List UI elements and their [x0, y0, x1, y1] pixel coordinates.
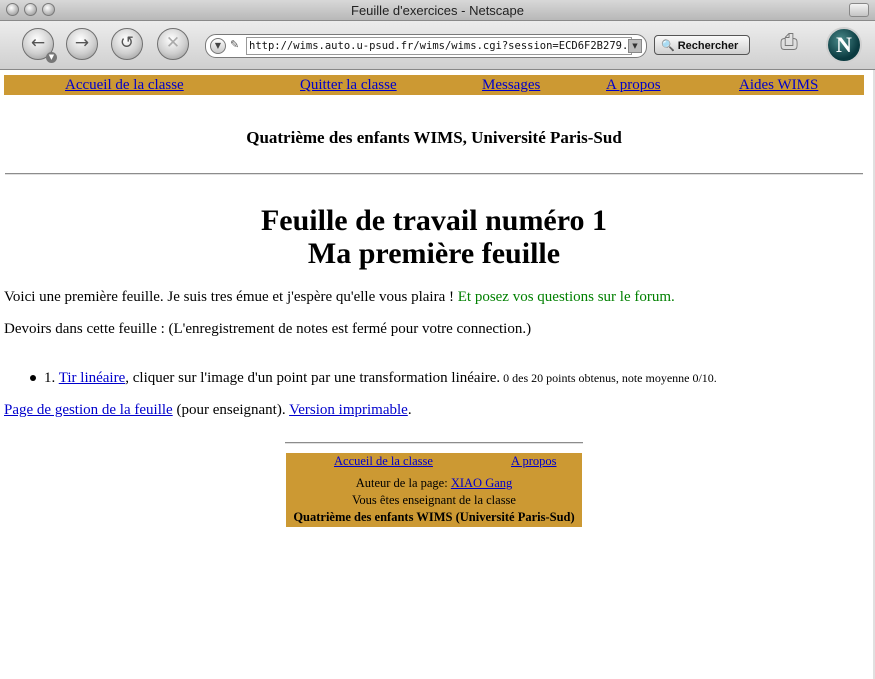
sheet-title: Feuille de travail numéro 1 Ma première …	[0, 204, 868, 270]
header-divider	[5, 173, 863, 175]
footer-about-link[interactable]: A propos	[511, 454, 557, 469]
stop-button[interactable]: ✕	[157, 28, 189, 60]
sheet-title-line2: Ma première feuille	[307, 237, 561, 270]
sheet-title-line1: Feuille de travail numéro 1	[260, 204, 608, 237]
menu-help-link[interactable]: Aides WIMS	[739, 75, 818, 95]
menu-home-link[interactable]: Accueil de la classe	[65, 75, 184, 95]
reload-button[interactable]: ↺	[111, 28, 143, 60]
list-bullet	[30, 375, 36, 381]
exercise-link[interactable]: Tir linéaire	[59, 370, 126, 386]
printable-link[interactable]: Version imprimable	[289, 402, 408, 418]
management-paragraph: Page de gestion de la feuille (pour ense…	[4, 402, 412, 419]
exercise-number: 1.	[44, 370, 56, 386]
url-input[interactable]	[246, 37, 632, 55]
reload-icon: ↺	[119, 33, 135, 53]
menu-messages-link[interactable]: Messages	[482, 75, 540, 95]
window-title-bar: Feuille d'exercices - Netscape	[0, 0, 875, 21]
exercise-list-item: 1. Tir linéaire, cliquer sur l'image d'u…	[44, 370, 717, 387]
forum-note: Et posez vos questions sur le forum.	[457, 289, 675, 305]
chevron-down-icon[interactable]: ▼	[210, 38, 226, 54]
search-button-label: Rechercher	[677, 40, 739, 52]
class-title: Quatrième des enfants WIMS, Université P…	[246, 128, 622, 147]
footer-author-line: Auteur de la page: XIAO Gang	[286, 476, 582, 491]
search-button[interactable]: 🔍 Rechercher	[654, 35, 750, 55]
homework-paragraph: Devoirs dans cette feuille : (L'enregist…	[4, 321, 532, 337]
forward-arrow-icon: →	[74, 33, 90, 53]
browser-toolbar: ← ▼ → ↺ ✕ ▼ ✎ ▼ 🔍Rechercher ⎙ N	[0, 21, 875, 70]
intro-paragraph: Voici une première feuille. Je suis tres…	[4, 289, 675, 306]
footer-author-link[interactable]: XIAO Gang	[451, 476, 512, 490]
exercise-score: 0 des 20 points obtenus, note moyenne 0/…	[500, 371, 717, 385]
intro-text: Voici une première feuille. Je suis tres…	[4, 289, 458, 305]
class-menu-bar: Accueil de la classe Quitter la classe M…	[4, 75, 864, 95]
page-content: Accueil de la classe Quitter la classe M…	[0, 70, 875, 679]
menu-about-link[interactable]: A propos	[606, 75, 661, 95]
url-dropdown-icon[interactable]: ▼	[628, 39, 642, 53]
exercise-description: , cliquer sur l'image d'un point par une…	[125, 370, 501, 386]
footer-box: Accueil de la classe A propos Auteur de …	[286, 453, 582, 527]
footer-divider	[285, 442, 583, 444]
toolbar-toggle-button[interactable]	[849, 3, 869, 17]
history-dropdown-icon[interactable]: ▼	[46, 52, 57, 63]
window-title: Feuille d'exercices - Netscape	[351, 3, 524, 18]
footer-links: Accueil de la classe A propos	[286, 454, 582, 470]
forward-button[interactable]: →	[66, 28, 98, 60]
menu-quit-link[interactable]: Quitter la classe	[300, 75, 397, 95]
printable-end: .	[407, 402, 412, 418]
footer-author-label: Auteur de la page:	[355, 476, 451, 490]
back-arrow-icon: ←	[30, 33, 46, 53]
footer-home-link[interactable]: Accueil de la classe	[334, 454, 433, 469]
print-icon[interactable]: ⎙	[774, 28, 804, 58]
netscape-logo[interactable]: N	[826, 27, 862, 63]
netscape-logo-letter: N	[836, 32, 852, 57]
back-button[interactable]: ← ▼	[22, 28, 57, 63]
footer-class-name: Quatrième des enfants WIMS (Université P…	[293, 510, 575, 524]
address-bar: ▼ ✎ ▼	[205, 34, 647, 58]
search-icon: 🔍	[661, 39, 675, 52]
management-link[interactable]: Page de gestion de la feuille	[4, 402, 173, 418]
stop-icon: ✕	[165, 33, 181, 53]
management-middle: (pour enseignant).	[172, 402, 290, 418]
page-icon: ✎	[230, 38, 240, 51]
footer-teacher-text: Vous êtes enseignant de la classe	[352, 493, 516, 507]
